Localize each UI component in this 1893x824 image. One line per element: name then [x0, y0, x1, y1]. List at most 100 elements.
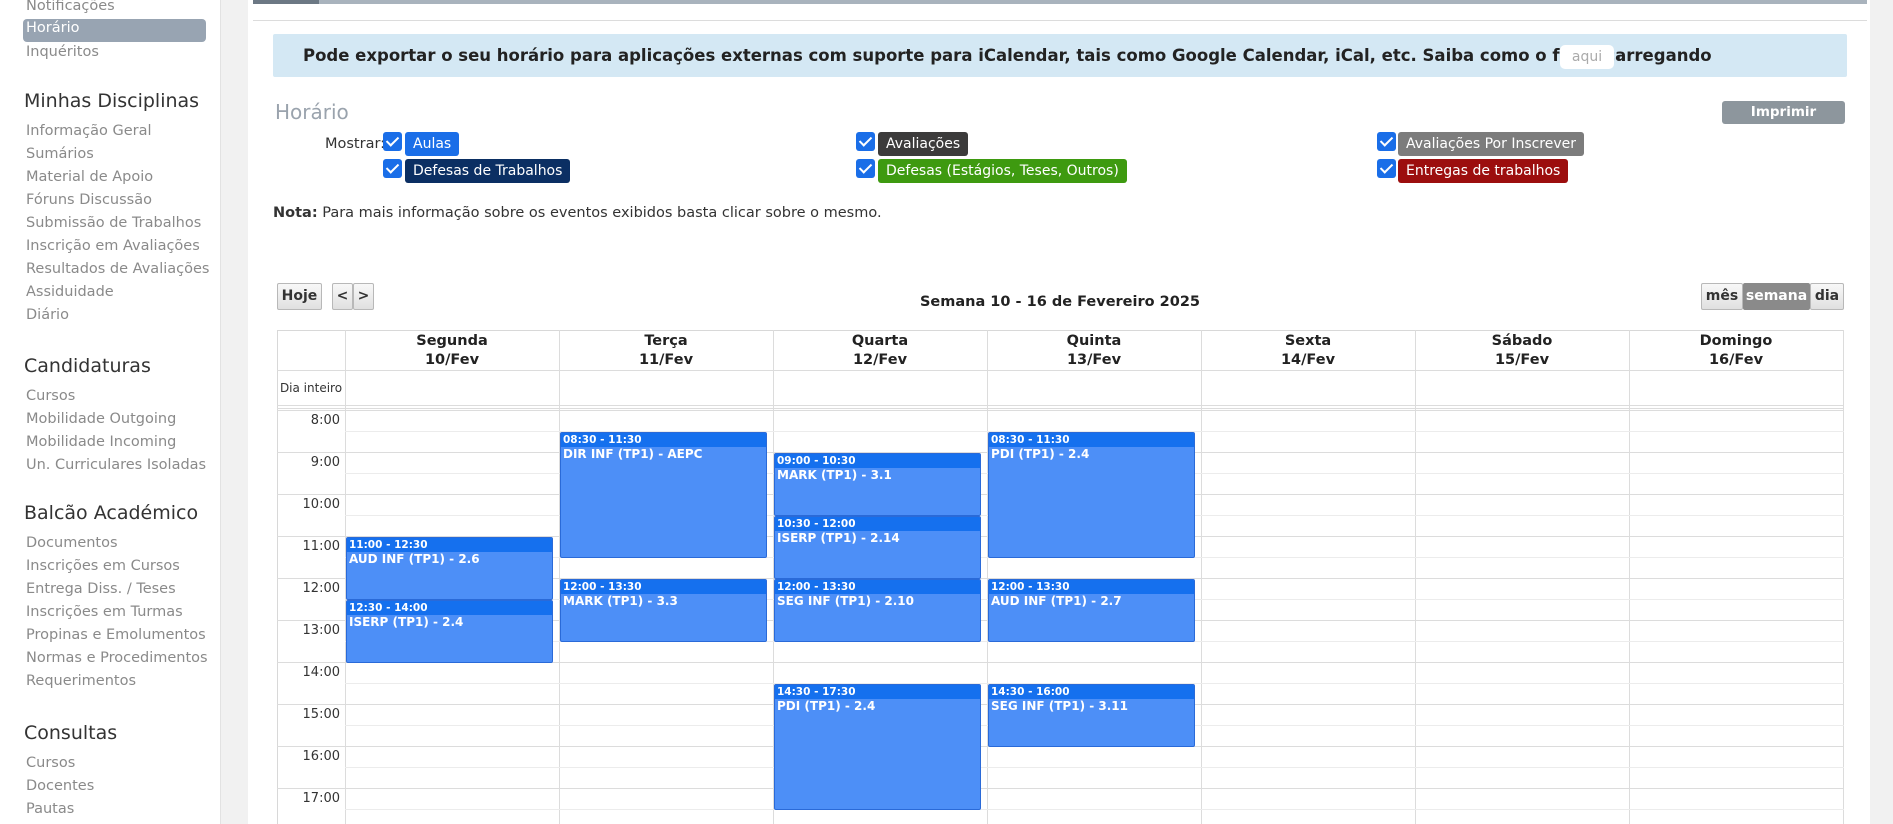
next-week-button[interactable]: >	[353, 283, 374, 310]
grid-row-line	[277, 405, 1844, 406]
day-name: Quarta	[851, 333, 909, 349]
sidebar-item-notificacoes[interactable]: Notificações	[26, 0, 115, 14]
top-tab-active[interactable]	[253, 0, 319, 4]
sidebar-item-material-de-apoio[interactable]: Material de Apoio	[26, 169, 153, 185]
sidebar-item-horario[interactable]: Horário	[23, 19, 206, 42]
event-title: PDI (TP1) - 2.4	[991, 447, 1090, 461]
day-header: Quinta 13/Fev	[987, 332, 1201, 370]
sidebar-item-inscricoes-em-cursos[interactable]: Inscrições em Cursos	[26, 558, 180, 574]
sidebar-item-inqueritos[interactable]: Inquéritos	[26, 44, 99, 60]
time-label: 15:00	[302, 707, 340, 722]
day-name: Quinta	[1066, 333, 1122, 349]
time-label: 17:00	[302, 791, 340, 806]
hour-line	[277, 788, 1844, 789]
sidebar-item-entrega-diss-teses[interactable]: Entrega Diss. / Teses	[26, 581, 176, 597]
calendar-event[interactable]: 09:00 - 10:30 MARK (TP1) - 3.1	[774, 453, 981, 516]
sidebar-item-submissao-de-trabalhos[interactable]: Submissão de Trabalhos	[26, 215, 201, 231]
view-day-button[interactable]: dia	[1810, 283, 1844, 310]
event-time: 12:00 - 13:30	[989, 580, 1194, 594]
day-header: Segunda 10/Fev	[345, 332, 559, 370]
grid-row-line	[277, 408, 1844, 409]
day-header: Sábado 15/Fev	[1415, 332, 1629, 370]
calendar-event[interactable]: 11:00 - 12:30 AUD INF (TP1) - 2.6	[346, 537, 553, 600]
sidebar-item-inscricao-em-avaliacoes[interactable]: Inscrição em Avaliações	[26, 238, 200, 254]
calendar-event[interactable]: 14:30 - 16:00 SEG INF (TP1) - 3.11	[988, 684, 1195, 747]
time-label: 13:00	[302, 623, 340, 638]
calendar-event[interactable]: 12:00 - 13:30 MARK (TP1) - 3.3	[560, 579, 767, 642]
calendar-event[interactable]: 12:00 - 13:30 AUD INF (TP1) - 2.7	[988, 579, 1195, 642]
event-title: ISERP (TP1) - 2.14	[777, 531, 900, 545]
sidebar-item-mobilidade-outgoing[interactable]: Mobilidade Outgoing	[26, 411, 176, 427]
sidebar-item-docentes[interactable]: Docentes	[26, 778, 94, 794]
note-body: Para mais informação sobre os eventos ex…	[317, 205, 882, 221]
filter-checkbox-defesas-trabalhos[interactable]	[383, 159, 402, 178]
sidebar-item-mobilidade-incoming[interactable]: Mobilidade Incoming	[26, 434, 176, 450]
divider	[253, 20, 1867, 21]
event-time: 12:00 - 13:30	[775, 580, 980, 594]
sidebar-gutter	[221, 0, 248, 824]
prev-week-button[interactable]: <	[332, 283, 353, 310]
day-date: 14/Fev	[1280, 352, 1336, 368]
sidebar-item-un-curriculares-isoladas[interactable]: Un. Curriculares Isoladas	[26, 457, 206, 473]
event-title: MARK (TP1) - 3.3	[563, 594, 678, 608]
filter-tag-defesas-trabalhos: Defesas de Trabalhos	[405, 159, 571, 183]
sidebar-item-diario[interactable]: Diário	[26, 307, 69, 323]
sidebar-item-informacao-geral[interactable]: Informação Geral	[26, 123, 152, 139]
note-label: Nota:	[273, 205, 318, 221]
filter-tag-avaliacoes-por-inscrever: Avaliações Por Inscrever	[1398, 132, 1585, 156]
ical-help-link[interactable]: aqui	[1560, 45, 1614, 69]
today-button[interactable]: Hoje	[277, 283, 322, 310]
calendar-event[interactable]: 12:00 - 13:30 SEG INF (TP1) - 2.10	[774, 579, 981, 642]
event-time: 08:30 - 11:30	[989, 433, 1194, 447]
sidebar-item-documentos[interactable]: Documentos	[26, 535, 118, 551]
filter-checkbox-aulas[interactable]	[383, 132, 402, 151]
sidebar-item-inscricoes-em-turmas[interactable]: Inscrições em Turmas	[26, 604, 183, 620]
event-title: AUD INF (TP1) - 2.7	[991, 594, 1122, 608]
sidebar-item-propinas-e-emolumentos[interactable]: Propinas e Emolumentos	[26, 627, 206, 643]
calendar-event[interactable]: 10:30 - 12:00 ISERP (TP1) - 2.14	[774, 516, 981, 579]
sidebar-item-resultados-de-avaliacoes[interactable]: Resultados de Avaliações	[26, 261, 209, 277]
calendar-event[interactable]: 08:30 - 11:30 DIR INF (TP1) - AEPC	[560, 432, 767, 558]
view-month-button[interactable]: mês	[1701, 283, 1743, 310]
sidebar-heading-minhas-disciplinas: Minhas Disciplinas	[24, 90, 200, 112]
all-day-label: Dia inteiro	[279, 381, 343, 395]
filter-tag-aulas: Aulas	[405, 132, 460, 156]
sidebar-item-assiduidade[interactable]: Assiduidade	[26, 284, 114, 300]
print-schedule-button[interactable]: Imprimir Horário	[1722, 101, 1845, 143]
sidebar-item-sumarios[interactable]: Sumários	[26, 146, 94, 162]
event-time: 12:00 - 13:30	[561, 580, 766, 594]
day-header: Terça 11/Fev	[559, 332, 773, 370]
event-title: PDI (TP1) - 2.4	[777, 699, 876, 713]
filter-tag-avaliacoes: Avaliações	[878, 132, 969, 156]
event-title: SEG INF (TP1) - 3.11	[991, 699, 1128, 713]
sidebar-heading-consultas: Consultas	[24, 722, 118, 744]
filter-checkbox-avaliacoes-por-inscrever[interactable]	[1377, 132, 1396, 151]
event-time: 10:30 - 12:00	[775, 517, 980, 531]
event-title: AUD INF (TP1) - 2.6	[349, 552, 480, 566]
event-title: MARK (TP1) - 3.1	[777, 468, 892, 482]
filter-checkbox-avaliacoes[interactable]	[856, 132, 875, 151]
calendar-event[interactable]: 14:30 - 17:30 PDI (TP1) - 2.4	[774, 684, 981, 810]
filter-checkbox-entregas[interactable]	[1377, 159, 1396, 178]
top-tab-bar	[253, 0, 1867, 4]
day-date: 16/Fev	[1708, 352, 1764, 368]
event-time: 11:00 - 12:30	[347, 538, 552, 552]
sidebar-item-foruns-discussao[interactable]: Fóruns Discussão	[26, 192, 152, 208]
sidebar-item-pautas[interactable]: Pautas	[26, 801, 74, 817]
filter-checkbox-defesas-estagios[interactable]	[856, 159, 875, 178]
sidebar-item-normas-e-procedimentos[interactable]: Normas e Procedimentos	[26, 650, 208, 666]
filter-tag-defesas-estagios: Defesas (Estágios, Teses, Outros)	[878, 159, 1127, 183]
day-header: Sexta 14/Fev	[1201, 332, 1415, 370]
grid-row-line	[277, 370, 1844, 371]
day-header: Quarta 12/Fev	[773, 332, 987, 370]
day-date: 12/Fev	[852, 352, 908, 368]
calendar-event[interactable]: 08:30 - 11:30 PDI (TP1) - 2.4	[988, 432, 1195, 558]
day-name: Terça	[644, 333, 688, 349]
view-week-button[interactable]: semana	[1743, 283, 1810, 310]
page-title: Horário	[275, 100, 349, 124]
event-title: DIR INF (TP1) - AEPC	[563, 447, 703, 461]
calendar-event[interactable]: 12:30 - 14:00 ISERP (TP1) - 2.4	[346, 600, 553, 663]
sidebar-item-cursos[interactable]: Cursos	[26, 755, 75, 771]
sidebar-item-requerimentos[interactable]: Requerimentos	[26, 673, 136, 689]
sidebar-item-cursos[interactable]: Cursos	[26, 388, 75, 404]
